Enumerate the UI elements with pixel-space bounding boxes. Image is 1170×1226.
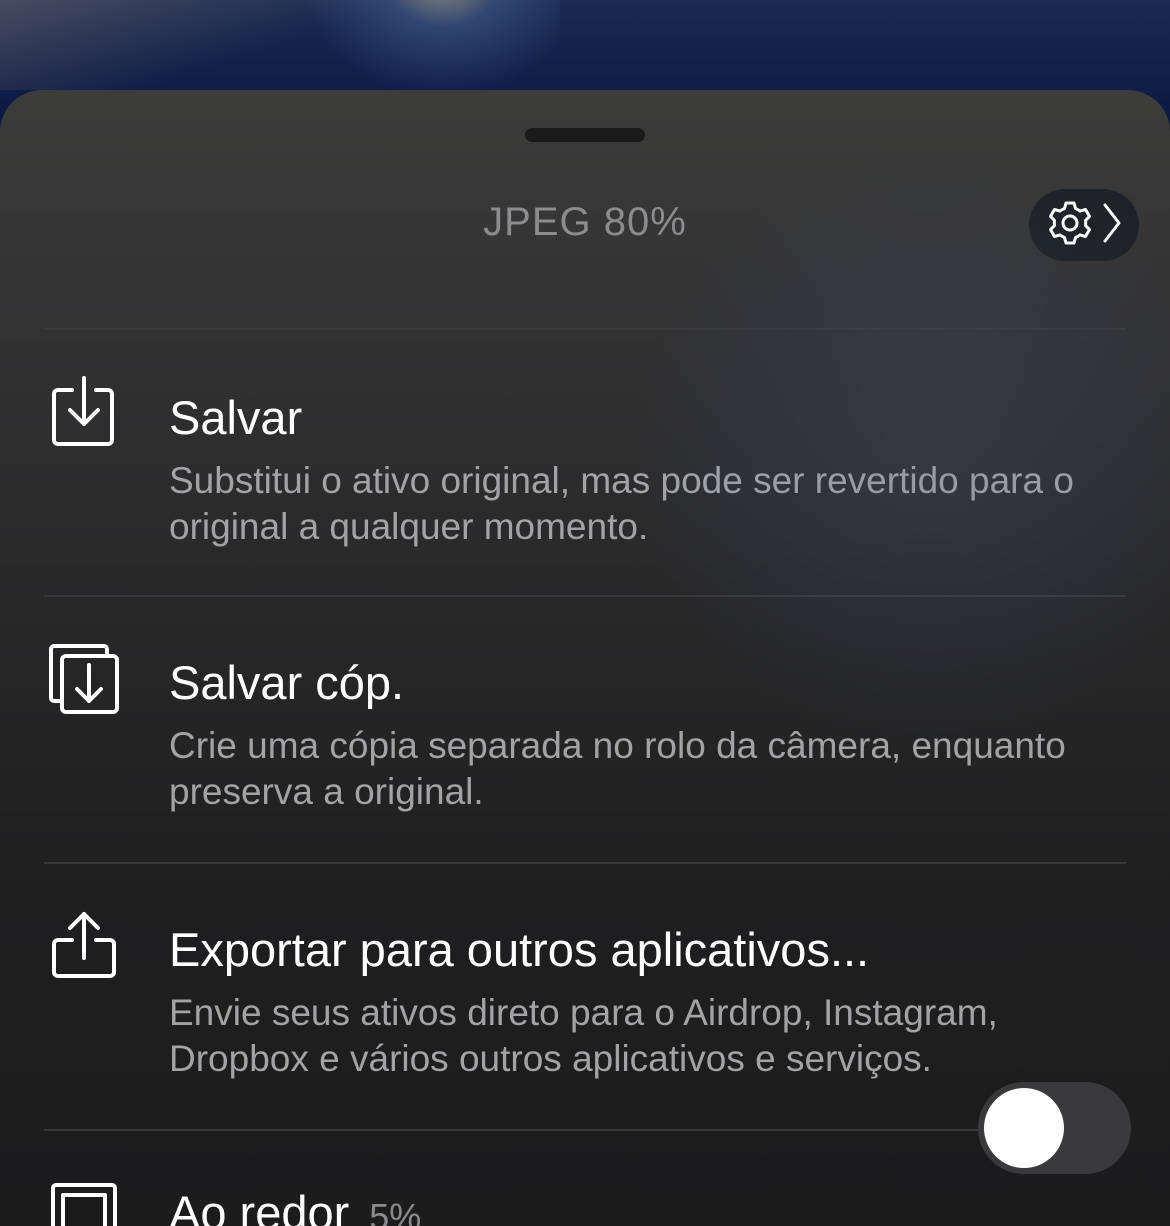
option-save[interactable]: Salvar Substitui o ativo original, mas p… <box>0 360 1170 596</box>
save-download-icon <box>48 376 120 448</box>
save-copy-icon <box>48 643 120 715</box>
option-description: Crie uma cópia separada no rolo da câmer… <box>169 725 1066 812</box>
lens-flare <box>300 0 560 100</box>
border-toggle[interactable] <box>978 1082 1131 1174</box>
option-title: Salvar <box>169 391 303 444</box>
border-percent-value: 5% <box>369 1196 422 1226</box>
toggle-knob <box>984 1088 1064 1168</box>
option-title: Ao redor 5% <box>169 1185 421 1226</box>
option-description: Envie seus ativos direto para o Airdrop,… <box>169 992 998 1079</box>
export-sheet: JPEG 80% Salvar Substitui o ativo origin… <box>0 90 1170 1226</box>
sheet-grabber-handle[interactable] <box>525 128 645 142</box>
share-export-icon <box>48 910 120 982</box>
row-divider <box>44 595 1126 597</box>
option-title-text: Ao redor <box>169 1186 350 1226</box>
option-description: Substitui o ativo original, mas pode ser… <box>169 460 1074 547</box>
border-frame-icon <box>48 1181 120 1226</box>
chevron-right-icon <box>1101 201 1123 250</box>
header-divider <box>44 328 1126 330</box>
export-format-label: JPEG 80% <box>483 200 687 244</box>
export-settings-button[interactable] <box>1029 189 1139 261</box>
option-save-copy[interactable]: Salvar cóp. Crie uma cópia separada no r… <box>0 627 1170 863</box>
row-divider <box>44 862 1126 864</box>
option-border[interactable]: Ao redor 5% <box>0 1161 1170 1226</box>
row-divider <box>44 1129 1126 1131</box>
option-title: Salvar cóp. <box>169 656 405 709</box>
gear-icon <box>1045 198 1095 253</box>
option-title: Exportar para outros aplicativos... <box>169 923 870 976</box>
